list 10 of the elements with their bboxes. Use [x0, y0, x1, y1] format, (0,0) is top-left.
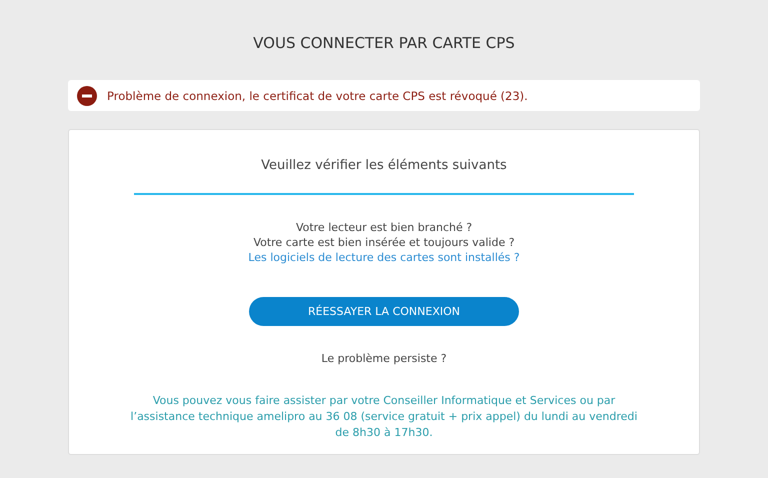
alert-message: Problème de connexion, le certificat de votre carte CPS est révoqué (23). [107, 88, 528, 102]
checklist-item: Votre carte est bien insérée et toujours valide ? [253, 236, 515, 249]
error-icon [77, 86, 97, 106]
card-heading: Veuillez vérifier les éléments suivants [261, 158, 507, 173]
page-title: VOUS CONNECTER PAR CARTE CPS [252, 34, 516, 54]
retry-button[interactable]: RÉESSAYER LA CONNEXION [249, 297, 519, 326]
help-text: Vous pouvez vous faire assister par votre Conseiller Informatique et Services ou par l’assistance technique amelipro au 36 08 (service gratuit + prix appel) du lundi au vendredi de 8h30 à 17h30. [130, 393, 638, 441]
persist-question: Le problème persiste ? [321, 352, 447, 365]
checklist-item: Votre lecteur est bien branché ? [296, 221, 472, 234]
checklist-link[interactable]: Les logiciels de lecture des cartes sont installés ? [248, 251, 520, 264]
